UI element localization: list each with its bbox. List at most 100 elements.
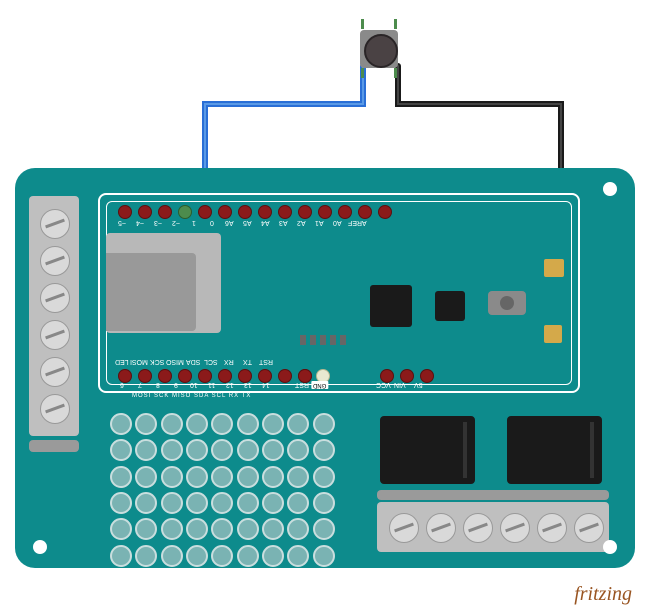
proto-hole[interactable] [110, 545, 132, 567]
terminal-screw[interactable] [40, 320, 70, 350]
proto-hole[interactable] [161, 413, 183, 435]
button-leg-4 [394, 68, 397, 78]
terminal-screw[interactable] [500, 513, 530, 543]
pin-label: 14 [262, 381, 270, 388]
terminal-screw[interactable] [40, 394, 70, 424]
terminal-screw[interactable] [537, 513, 567, 543]
proto-hole[interactable] [237, 492, 259, 514]
proto-hole[interactable] [110, 413, 132, 435]
tactile-pushbutton[interactable] [356, 26, 402, 72]
proto-hole[interactable] [211, 492, 233, 514]
pin-a5[interactable] [258, 205, 272, 219]
terminal-screw[interactable] [40, 246, 70, 276]
terminal-screw[interactable] [426, 513, 456, 543]
proto-hole[interactable] [110, 492, 132, 514]
proto-hole[interactable] [262, 413, 284, 435]
proto-hole[interactable] [262, 518, 284, 540]
proto-hole[interactable] [135, 518, 157, 540]
terminal-screw[interactable] [40, 209, 70, 239]
proto-hole[interactable] [313, 545, 335, 567]
button-cap [364, 34, 398, 68]
terminal-screw[interactable] [40, 283, 70, 313]
proto-hole[interactable] [237, 518, 259, 540]
proto-hole[interactable] [237, 439, 259, 461]
proto-hole[interactable] [161, 439, 183, 461]
proto-hole[interactable] [211, 518, 233, 540]
terminal-screw[interactable] [40, 357, 70, 387]
proto-hole[interactable] [262, 466, 284, 488]
proto-hole[interactable] [262, 545, 284, 567]
proto-hole[interactable] [110, 518, 132, 540]
pin-a6[interactable] [238, 205, 252, 219]
proto-hole[interactable] [313, 492, 335, 514]
proto-hole[interactable] [313, 439, 335, 461]
proto-hole[interactable] [287, 439, 309, 461]
pin-aref[interactable] [378, 205, 392, 219]
passive-component [340, 335, 346, 345]
pin-label: 8 [156, 381, 160, 388]
proto-hole[interactable] [237, 466, 259, 488]
pin-label: LED [115, 358, 129, 365]
proto-hole[interactable] [313, 466, 335, 488]
gnd-label-box: GND [311, 381, 328, 389]
mounting-hole [603, 182, 617, 196]
proto-hole[interactable] [135, 413, 157, 435]
proto-hole[interactable] [186, 492, 208, 514]
relay-2 [507, 416, 602, 484]
terminal-screw[interactable] [389, 513, 419, 543]
proto-hole[interactable] [211, 439, 233, 461]
proto-hole[interactable] [186, 518, 208, 540]
proto-hole[interactable] [237, 545, 259, 567]
pin-label: 6 [120, 381, 124, 388]
proto-hole[interactable] [211, 413, 233, 435]
pin-d5[interactable] [118, 205, 132, 219]
proto-hole[interactable] [237, 413, 259, 435]
pin-d4[interactable] [138, 205, 152, 219]
proto-hole[interactable] [135, 466, 157, 488]
proto-hole[interactable] [135, 492, 157, 514]
proto-hole[interactable] [287, 545, 309, 567]
pin-a4[interactable] [278, 205, 292, 219]
pin-d2[interactable] [178, 205, 192, 219]
pin-a3[interactable] [298, 205, 312, 219]
proto-hole[interactable] [161, 492, 183, 514]
microsd-slot[interactable] [106, 233, 221, 333]
proto-hole[interactable] [313, 518, 335, 540]
pin-d13-rst[interactable] [278, 369, 292, 383]
pin-label: 11 [208, 381, 215, 388]
terminal-screw[interactable] [574, 513, 604, 543]
proto-hole[interactable] [161, 466, 183, 488]
proto-hole[interactable] [161, 545, 183, 567]
pin-label: AREF [348, 219, 367, 226]
proto-hole[interactable] [135, 439, 157, 461]
proto-hole[interactable] [186, 413, 208, 435]
proto-hole[interactable] [287, 492, 309, 514]
prototyping-area [110, 413, 335, 568]
proto-hole[interactable] [186, 545, 208, 567]
pin-label: MISO [166, 358, 184, 365]
proto-hole[interactable] [287, 518, 309, 540]
pin-a2[interactable] [318, 205, 332, 219]
pin-d7-sck[interactable] [158, 369, 172, 383]
terminal-screw[interactable] [463, 513, 493, 543]
proto-hole[interactable] [262, 439, 284, 461]
proto-hole[interactable] [211, 466, 233, 488]
pin-a1[interactable] [338, 205, 352, 219]
pin-label: RX [224, 358, 234, 365]
pin-a0[interactable] [358, 205, 372, 219]
proto-hole[interactable] [262, 492, 284, 514]
proto-hole[interactable] [313, 413, 335, 435]
proto-hole[interactable] [135, 545, 157, 567]
proto-hole[interactable] [186, 466, 208, 488]
proto-hole[interactable] [110, 439, 132, 461]
pin-d3[interactable] [158, 205, 172, 219]
proto-hole[interactable] [287, 413, 309, 435]
proto-hole[interactable] [161, 518, 183, 540]
proto-hole[interactable] [287, 466, 309, 488]
proto-hole[interactable] [186, 439, 208, 461]
pin-d1[interactable] [198, 205, 212, 219]
pin-d0[interactable] [218, 205, 232, 219]
proto-hole[interactable] [110, 466, 132, 488]
proto-hole[interactable] [211, 545, 233, 567]
reset-button[interactable] [488, 291, 526, 315]
